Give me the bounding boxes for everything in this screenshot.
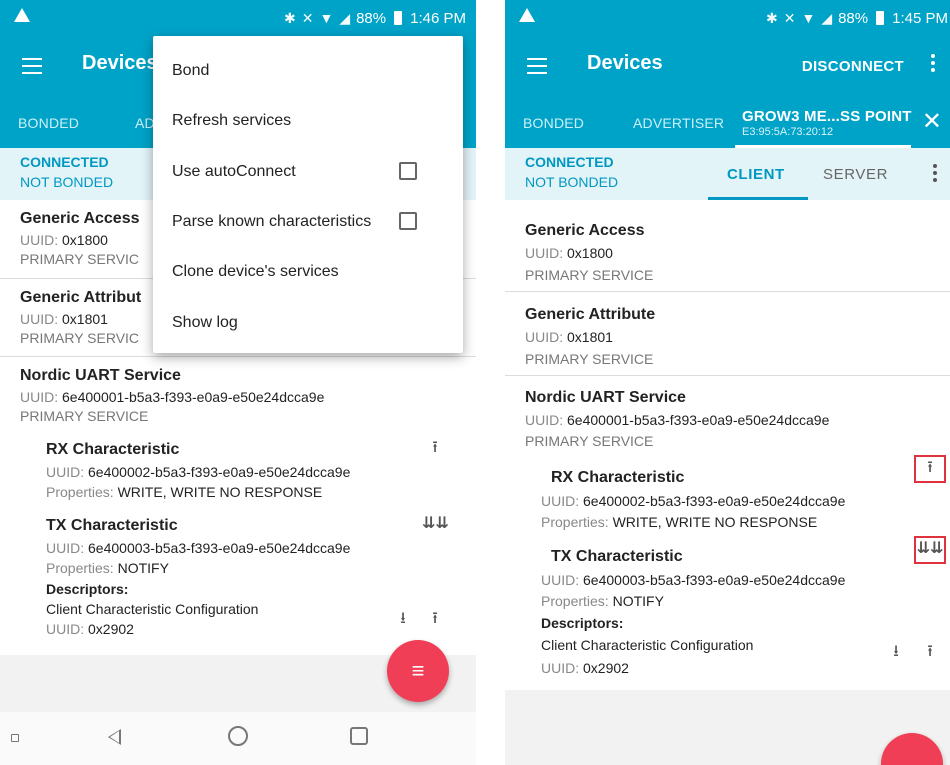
download-arrow-icon[interactable]: ⭳: [883, 640, 909, 667]
tab-advertiser[interactable]: ADVERTISER: [633, 98, 724, 148]
bond-label: NOT BONDED: [20, 174, 114, 190]
connected-label: CONNECTED: [20, 154, 109, 170]
bond-label: NOT BONDED: [525, 174, 619, 190]
tab-connected-device[interactable]: GROW3 ME...SS POINT E3:95:5A:73:20:12: [742, 98, 912, 148]
tab-bonded[interactable]: BONDED: [523, 98, 584, 148]
right-screenshot: ✱ ✕ ▼ ◢ 88% 1:45 PM Devices DISCONNECT B…: [505, 0, 950, 765]
menu-item-parse-characteristics[interactable]: Parse known characteristics: [172, 213, 371, 231]
nav-recents-icon[interactable]: [350, 727, 368, 745]
page-title: Devices: [587, 52, 663, 74]
bluetooth-icon: ✱: [765, 9, 778, 26]
divider: [505, 291, 950, 292]
battery-icon: [876, 11, 885, 25]
warning-icon: [14, 8, 30, 22]
app-bar: Devices DISCONNECT: [505, 36, 950, 98]
tab-advertiser[interactable]: AD: [135, 98, 155, 148]
overflow-menu: Bond Refresh services Use autoConnect Pa…: [153, 36, 463, 353]
active-subtab-indicator: [708, 197, 808, 200]
menu-item-clone-services[interactable]: Clone device's services: [172, 263, 339, 281]
menu-icon[interactable]: [22, 58, 42, 74]
disconnect-button[interactable]: DISCONNECT: [802, 58, 904, 75]
divider: [0, 356, 476, 357]
system-nav-bar: [0, 712, 476, 765]
more-options-icon[interactable]: [930, 54, 936, 78]
menu-item-bond[interactable]: Bond: [172, 62, 209, 80]
download-arrow-icon[interactable]: ⭳: [390, 607, 416, 634]
log-fab-button[interactable]: ≡: [387, 640, 449, 702]
upload-arrow-icon[interactable]: ⭱: [422, 607, 448, 634]
menu-item-use-autoconnect[interactable]: Use autoConnect: [172, 163, 296, 181]
menu-item-show-log[interactable]: Show log: [172, 314, 238, 332]
autoconnect-checkbox[interactable]: [399, 162, 417, 180]
bluetooth-icon: ✱: [283, 9, 296, 26]
battery-percent: 88%: [838, 9, 869, 27]
parse-characteristics-checkbox[interactable]: [399, 212, 417, 230]
wifi-icon: ▼: [319, 10, 334, 26]
signal-icon: ◢: [821, 9, 833, 26]
tab-bonded[interactable]: BONDED: [18, 98, 79, 148]
mute-icon: ✕: [301, 9, 314, 26]
wifi-icon: ▼: [801, 10, 816, 26]
connection-status: CONNECTED NOT BONDED CLIENT SERVER: [505, 148, 950, 200]
page-title: Devices: [82, 52, 158, 74]
battery-percent: 88%: [356, 9, 387, 27]
nav-back-icon[interactable]: [108, 729, 121, 745]
battery-icon: [394, 11, 403, 25]
warning-icon: [519, 8, 535, 22]
nav-home-icon[interactable]: [228, 726, 248, 746]
notify-arrows-icon[interactable]: ⇊⇊: [914, 536, 946, 564]
divider: [505, 375, 950, 376]
status-time: 1:46 PM: [410, 9, 466, 27]
notify-arrows-icon[interactable]: ⇊⇊: [422, 513, 449, 533]
status-time: 1:45 PM: [892, 9, 948, 27]
mute-icon: ✕: [783, 9, 796, 26]
upload-arrow-icon[interactable]: ⭱: [914, 455, 946, 483]
connected-label: CONNECTED: [525, 154, 614, 170]
status-bar: ✱ ✕ ▼ ◢ 88% 1:45 PM: [505, 0, 950, 36]
left-screenshot: ✱ ✕ ▼ ◢ 88% 1:46 PM Devices BONDED AD CO…: [0, 0, 476, 765]
status-bar: ✱ ✕ ▼ ◢ 88% 1:46 PM: [0, 0, 476, 36]
nav-menu-icon[interactable]: [11, 734, 19, 742]
subtab-client[interactable]: CLIENT: [727, 166, 785, 183]
upload-arrow-icon[interactable]: ⭱: [917, 640, 943, 667]
close-tab-icon[interactable]: ✕: [922, 110, 942, 134]
log-list-icon: ≡: [411, 658, 425, 683]
device-tabs: BONDED ADVERTISER GROW3 ME...SS POINT E3…: [505, 98, 950, 148]
menu-item-refresh-services[interactable]: Refresh services: [172, 112, 291, 130]
signal-icon: ◢: [339, 9, 351, 26]
menu-icon[interactable]: [527, 58, 547, 74]
upload-arrow-icon[interactable]: ⭱: [422, 436, 448, 463]
subtab-server[interactable]: SERVER: [823, 166, 888, 183]
more-options-icon[interactable]: [932, 164, 938, 185]
